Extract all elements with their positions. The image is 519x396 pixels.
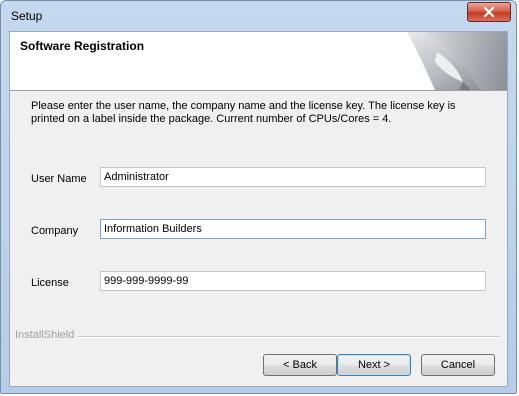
page-title: Software Registration (20, 39, 145, 53)
close-button[interactable] (467, 2, 511, 22)
company-field[interactable]: Information Builders (100, 219, 486, 239)
next-button[interactable]: Next > (337, 354, 411, 376)
installshield-brand: InstallShield (15, 329, 79, 341)
cancel-button[interactable]: Cancel (421, 354, 495, 376)
license-field[interactable]: 999-999-9999-99 (100, 271, 486, 291)
back-button[interactable]: < Back (263, 354, 337, 376)
separator-line (77, 336, 499, 338)
company-label: Company (31, 225, 79, 237)
window-title: Setup (11, 9, 43, 23)
instructions-text: Please enter the user name, the company … (31, 100, 456, 125)
setup-window: Setup Software Registration Please enter… (0, 0, 517, 394)
dialog-client-area: Software Registration Please enter the u… (9, 31, 508, 387)
title-bar[interactable]: Setup (1, 1, 516, 31)
page-curl-graphic (397, 32, 507, 90)
user-name-label: User Name (31, 173, 87, 185)
installshield-separator: InstallShield (15, 329, 499, 341)
user-name-field[interactable]: Administrator (100, 167, 486, 187)
dialog-header: Software Registration (10, 32, 507, 91)
close-icon (483, 7, 495, 17)
license-label: License (31, 277, 69, 289)
